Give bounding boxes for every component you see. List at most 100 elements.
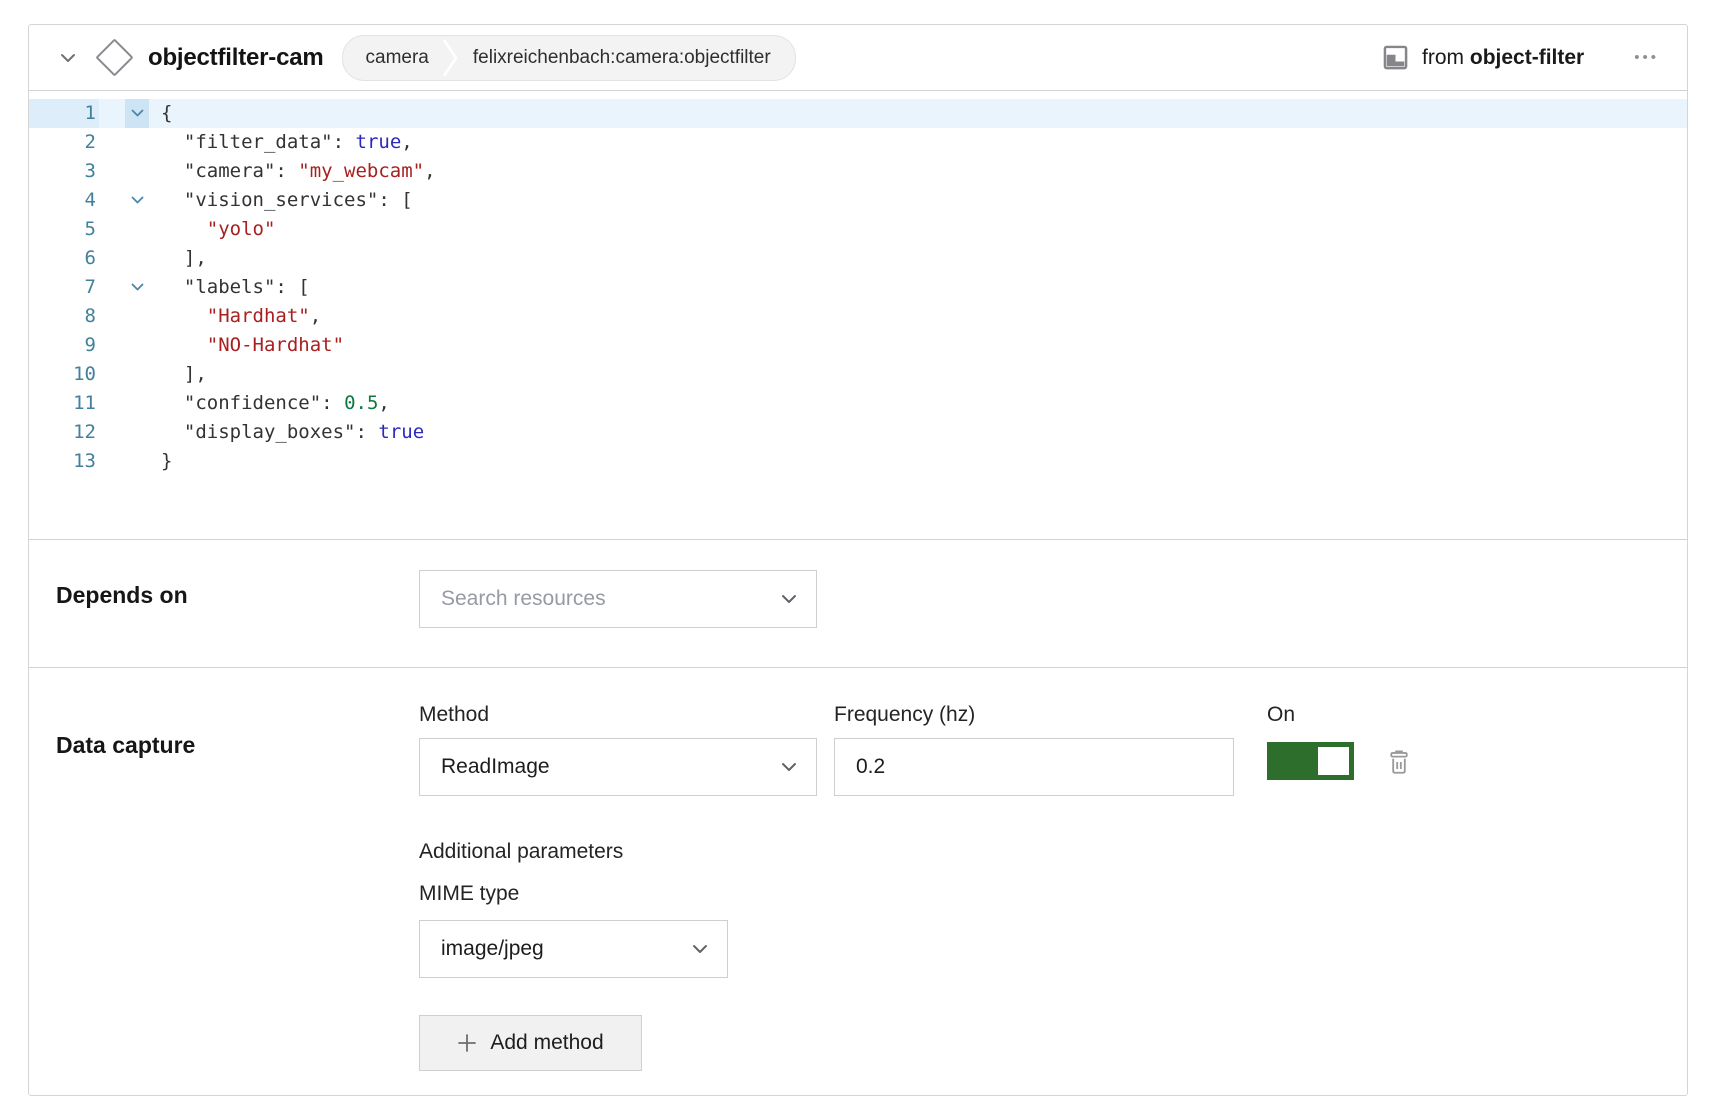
line-number: 12: [29, 418, 99, 447]
method-label: Method: [419, 703, 817, 725]
code-text: "NO-Hardhat": [161, 331, 344, 360]
resource-type-pill: camera felixreichenbach:camera:objectfil…: [342, 35, 796, 81]
on-toggle-group: On: [1267, 703, 1354, 785]
code-line-10[interactable]: 10 ],: [29, 360, 1687, 389]
fold-spacer: [125, 418, 149, 447]
code-text: "camera": "my_webcam",: [161, 157, 436, 186]
data-capture-section: Data capture Method ReadImage Frequency …: [29, 668, 1687, 1095]
fold-spacer: [125, 389, 149, 418]
type-badge: camera: [366, 47, 429, 69]
code-line-5[interactable]: 5 "yolo": [29, 215, 1687, 244]
code-text: "confidence": 0.5,: [161, 389, 390, 418]
code-line-9[interactable]: 9 "NO-Hardhat": [29, 331, 1687, 360]
additional-parameters-label: Additional parameters: [419, 840, 1412, 864]
chevron-down-icon: [692, 944, 708, 954]
fold-spacer: [125, 244, 149, 273]
mime-type-value: image/jpeg: [441, 937, 544, 961]
chevron-down-icon: [781, 762, 797, 772]
depends-on-field: Search resources: [419, 540, 817, 667]
capture-on-toggle[interactable]: [1267, 742, 1354, 780]
toggle-knob: [1318, 747, 1349, 775]
fold-chevron-icon[interactable]: [125, 186, 149, 215]
plus-icon: [457, 1033, 477, 1053]
mime-type-select[interactable]: image/jpeg: [419, 920, 728, 978]
code-text: ],: [161, 244, 207, 273]
chevron-right-separator-icon: [442, 36, 460, 80]
frequency-label: Frequency (hz): [834, 703, 1234, 725]
code-text: "filter_data": true,: [161, 128, 413, 157]
method-value: ReadImage: [441, 755, 550, 779]
line-number: 10: [29, 360, 99, 389]
code-line-7[interactable]: 7 "labels": [: [29, 273, 1687, 302]
code-line-1[interactable]: 1{: [29, 99, 1687, 128]
from-module-link[interactable]: from object-filter: [1422, 46, 1584, 70]
line-number: 6: [29, 244, 99, 273]
collapse-button[interactable]: [57, 47, 79, 69]
module-icon: [1382, 44, 1409, 71]
on-label: On: [1267, 703, 1354, 725]
frequency-input[interactable]: [834, 738, 1234, 796]
code-text: ],: [161, 360, 207, 389]
fold-spacer: [125, 157, 149, 186]
line-number: 2: [29, 128, 99, 157]
capture-method-row: Method ReadImage Frequency (hz) On: [419, 703, 1412, 796]
data-capture-title: Data capture: [56, 732, 195, 758]
line-number: 13: [29, 447, 99, 476]
fold-spacer: [125, 128, 149, 157]
fold-chevron-icon[interactable]: [125, 273, 149, 302]
mime-type-label: MIME type: [419, 882, 1412, 906]
search-resources-select[interactable]: Search resources: [419, 570, 817, 628]
depends-on-section: Depends on Search resources: [29, 540, 1687, 668]
header-left: objectfilter-cam camera felixreichenbach…: [57, 35, 1382, 81]
line-number: 1: [29, 99, 99, 128]
code-line-13[interactable]: 13}: [29, 447, 1687, 476]
code-line-8[interactable]: 8 "Hardhat",: [29, 302, 1687, 331]
fold-spacer: [125, 331, 149, 360]
fold-spacer: [125, 360, 149, 389]
code-line-6[interactable]: 6 ],: [29, 244, 1687, 273]
code-text: "labels": [: [161, 273, 310, 302]
resource-card: objectfilter-cam camera felixreichenbach…: [28, 24, 1688, 1096]
model-badge: felixreichenbach:camera:objectfilter: [473, 47, 771, 69]
frequency-group: Frequency (hz): [834, 703, 1234, 796]
fold-spacer: [125, 447, 149, 476]
data-capture-label-col: Data capture: [29, 668, 419, 1095]
chevron-down-icon: [781, 594, 797, 604]
code-line-3[interactable]: 3 "camera": "my_webcam",: [29, 157, 1687, 186]
data-capture-fields: Method ReadImage Frequency (hz) On: [419, 668, 1412, 1095]
code-line-11[interactable]: 11 "confidence": 0.5,: [29, 389, 1687, 418]
add-method-button[interactable]: Add method: [419, 1015, 642, 1071]
line-number: 5: [29, 215, 99, 244]
module-name: object-filter: [1470, 46, 1584, 69]
line-number: 7: [29, 273, 99, 302]
code-line-2[interactable]: 2 "filter_data": true,: [29, 128, 1687, 157]
resource-card-header: objectfilter-cam camera felixreichenbach…: [29, 25, 1687, 91]
code-editor[interactable]: 1{2 "filter_data": true,3 "camera": "my_…: [29, 91, 1687, 540]
fold-spacer: [125, 215, 149, 244]
line-number: 3: [29, 157, 99, 186]
code-text: "yolo": [161, 215, 275, 244]
code-text: }: [161, 447, 172, 476]
trash-icon: [1386, 764, 1412, 779]
depends-on-title: Depends on: [56, 582, 188, 608]
code-text: "vision_services": [: [161, 186, 413, 215]
method-group: Method ReadImage: [419, 703, 817, 796]
code-text: "Hardhat",: [161, 302, 321, 331]
diamond-icon: [95, 38, 133, 76]
method-select[interactable]: ReadImage: [419, 738, 817, 796]
code-line-12[interactable]: 12 "display_boxes": true: [29, 418, 1687, 447]
delete-method-button[interactable]: [1386, 748, 1412, 776]
resource-title: objectfilter-cam: [148, 44, 324, 72]
header-right: from object-filter •••: [1382, 44, 1663, 71]
fold-chevron-icon[interactable]: [125, 99, 149, 128]
code-line-4[interactable]: 4 "vision_services": [: [29, 186, 1687, 215]
fold-spacer: [125, 302, 149, 331]
ellipsis-menu-icon[interactable]: •••: [1630, 48, 1663, 67]
code-text: "display_boxes": true: [161, 418, 424, 447]
line-number: 11: [29, 389, 99, 418]
code-text: {: [161, 99, 172, 128]
line-number: 8: [29, 302, 99, 331]
search-resources-placeholder: Search resources: [441, 587, 606, 611]
depends-on-label-col: Depends on: [29, 540, 419, 667]
line-number: 4: [29, 186, 99, 215]
